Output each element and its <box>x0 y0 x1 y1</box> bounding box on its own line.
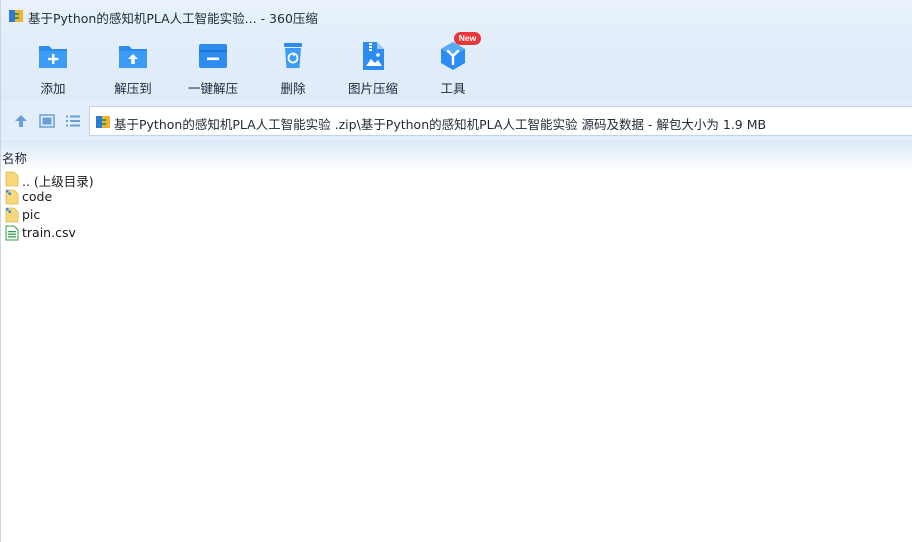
folder-add-icon <box>39 46 67 68</box>
image-compress-button[interactable]: 图片压缩 <box>341 38 405 98</box>
list-item-train-csv[interactable]: train.csv <box>1 224 301 242</box>
folder-icon <box>5 207 19 223</box>
new-badge: New <box>454 32 481 45</box>
archive-icon <box>96 116 110 128</box>
parent-folder-icon <box>5 171 19 187</box>
folder-minus-icon <box>199 44 227 68</box>
extract-to-label: 解压到 <box>114 81 152 96</box>
trash-icon <box>284 43 302 68</box>
list-item-pic[interactable]: pic <box>1 206 301 224</box>
archive-icon <box>9 10 23 22</box>
list-item-code[interactable]: code <box>1 188 301 206</box>
folder-icon <box>5 189 19 205</box>
tools-button[interactable]: 工具 <box>421 38 485 98</box>
image-zip-icon <box>363 42 384 70</box>
delete-button[interactable]: 删除 <box>261 38 325 98</box>
title-bar: 基于Python的感知机PLA人工智能实验... - 360压缩 <box>1 0 912 34</box>
one-click-extract-button[interactable]: 一键解压 <box>181 38 245 98</box>
column-header-name[interactable]: 名称 <box>2 148 27 167</box>
folder-extract-icon <box>119 46 147 68</box>
add-button[interactable]: 添加 <box>21 38 85 98</box>
list-item-parent[interactable]: .. (上级目录) <box>1 170 301 189</box>
address-path: 基于Python的感知机PLA人工智能实验 .zip\基于Python的感知机P… <box>114 117 767 132</box>
address-row: 基于Python的感知机PLA人工智能实验 .zip\基于Python的感知机P… <box>1 102 912 140</box>
file-list: 名称 .. (上级目录) code pic train.csv <box>1 140 912 542</box>
window-title: 基于Python的感知机PLA人工智能实验... - 360压缩 <box>28 8 318 27</box>
list-header: 名称 <box>1 140 912 170</box>
add-label: 添加 <box>40 81 66 96</box>
app-name: - 360压缩 <box>260 11 318 26</box>
one-click-extract-label: 一键解压 <box>187 81 238 96</box>
tools-label: 工具 <box>440 81 466 96</box>
toolbar: 添加 解压到 一键解压 删除 图片压缩 工具 New <box>1 32 912 102</box>
list-item-name: pic <box>22 207 41 222</box>
up-arrow-icon[interactable] <box>12 112 30 130</box>
csv-file-icon <box>5 225 19 241</box>
view-list-icon[interactable] <box>64 112 82 130</box>
list-item-name: train.csv <box>22 225 76 240</box>
image-compress-label: 图片压缩 <box>347 81 398 96</box>
list-item-name: code <box>22 189 53 204</box>
app-window: 基于Python的感知机PLA人工智能实验... - 360压缩 添加 解压到 <box>0 0 912 542</box>
delete-label: 删除 <box>280 81 306 96</box>
view-thumb-icon[interactable] <box>38 112 56 130</box>
extract-to-button[interactable]: 解压到 <box>101 38 165 98</box>
address-bar[interactable]: 基于Python的感知机PLA人工智能实验 .zip\基于Python的感知机P… <box>89 106 912 136</box>
window-title-text: 基于Python的感知机PLA人工智能实验... <box>28 11 257 26</box>
